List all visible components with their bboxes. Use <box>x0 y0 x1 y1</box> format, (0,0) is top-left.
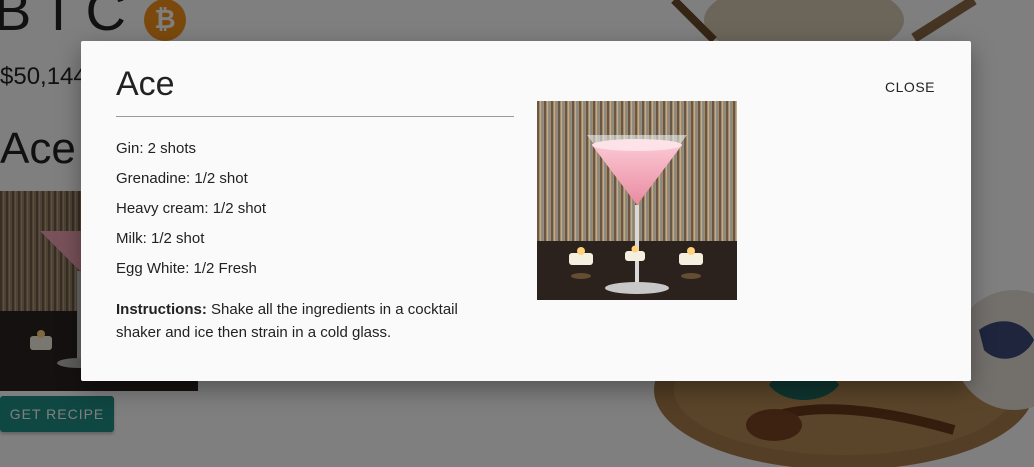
ingredient-item: Egg White: 1/2 Fresh <box>116 260 257 277</box>
title-divider <box>116 116 514 117</box>
ingredient-item: Heavy cream: 1/2 shot <box>116 200 267 217</box>
ingredient-item: Grenadine: 1/2 shot <box>116 170 248 187</box>
ingredient-item: Gin: 2 shots <box>116 140 197 157</box>
cocktail-photo <box>537 101 737 300</box>
close-button[interactable]: CLOSE <box>877 73 943 101</box>
instructions: Instructions: Shake all the ingredients … <box>116 298 506 344</box>
recipe-dialog: Ace Gin: 2 shots Grenadine: 1/2 shot Hea… <box>81 41 971 381</box>
instructions-label: Instructions: <box>116 301 207 318</box>
dialog-title: Ace <box>116 65 175 103</box>
ingredient-item: Milk: 1/2 shot <box>116 230 205 247</box>
ingredients-list: Gin: 2 shots Grenadine: 1/2 shot Heavy c… <box>116 137 266 287</box>
